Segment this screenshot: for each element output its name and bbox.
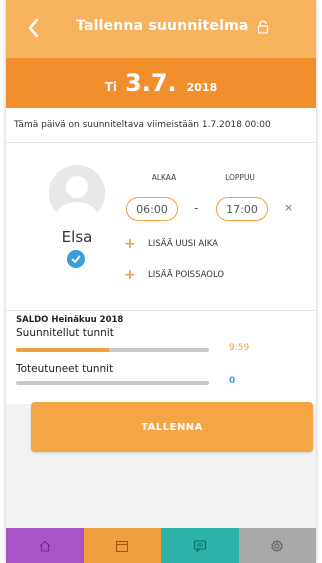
chevron-left-icon bbox=[28, 18, 39, 38]
add-time-button[interactable]: + LISÄÄ UUSI AIKA bbox=[124, 235, 218, 253]
app-screen: Tallenna suunnitelma Ti 3.7. 2018 Tämä p… bbox=[6, 0, 316, 563]
page-title: Tallenna suunnitelma bbox=[76, 18, 249, 34]
start-time-field[interactable]: 06:00 bbox=[126, 197, 178, 221]
actual-hours-value: 0 bbox=[229, 376, 236, 386]
tab-messages[interactable] bbox=[161, 528, 239, 563]
header-title-group: Tallenna suunnitelma bbox=[76, 18, 269, 34]
remove-shift-button[interactable]: × bbox=[284, 201, 293, 214]
add-absence-label: LISÄÄ POISSAOLO bbox=[148, 270, 225, 280]
day-month: 3.7. bbox=[125, 69, 177, 97]
time-separator: - bbox=[194, 201, 199, 215]
save-button[interactable]: TALLENNA bbox=[31, 402, 313, 452]
end-label: LOPPUU bbox=[225, 173, 255, 182]
hours-balance-panel: SALDO Heinäkuu 2018 Suunnitellut tunnit … bbox=[6, 310, 316, 404]
actual-hours-label: Toteutuneet tunnit bbox=[16, 363, 114, 375]
tab-calendar[interactable] bbox=[83, 528, 161, 563]
add-time-label: LISÄÄ UUSI AIKA bbox=[148, 239, 218, 249]
home-icon bbox=[39, 540, 51, 552]
balance-title: SALDO Heinäkuu 2018 bbox=[16, 315, 124, 325]
plus-icon: + bbox=[124, 236, 136, 252]
tab-home[interactable] bbox=[6, 528, 84, 563]
actual-hours-bar bbox=[16, 381, 209, 385]
message-icon bbox=[193, 539, 206, 553]
planned-hours-label: Suunnitellut tunnit bbox=[16, 327, 114, 339]
plus-icon: + bbox=[124, 267, 136, 283]
tab-settings[interactable] bbox=[238, 528, 316, 563]
header-bar: Tallenna suunnitelma bbox=[6, 0, 316, 58]
lock-icon bbox=[257, 19, 269, 34]
deadline-notice: Tämä päivä on suunniteltava viimeistään … bbox=[6, 108, 316, 142]
planned-hours-fill bbox=[16, 348, 109, 352]
shift-planner: Elsa ALKAA LOPPUU 06:00 - 17:00 × + LISÄ… bbox=[6, 142, 316, 310]
back-button[interactable] bbox=[24, 15, 44, 41]
add-absence-button[interactable]: + LISÄÄ POISSAOLO bbox=[124, 266, 224, 284]
calendar-icon bbox=[116, 540, 129, 552]
end-time-field[interactable]: 17:00 bbox=[216, 197, 268, 221]
year: 2018 bbox=[186, 81, 218, 94]
avatar[interactable] bbox=[49, 165, 105, 221]
bottom-tab-bar bbox=[6, 528, 316, 563]
date-bar: Ti 3.7. 2018 bbox=[6, 58, 316, 108]
day-of-week: Ti bbox=[104, 80, 118, 94]
approved-check-icon bbox=[67, 250, 85, 268]
planned-hours-bar bbox=[16, 348, 209, 352]
start-label: ALKAA bbox=[151, 173, 177, 182]
employee-name: Elsa bbox=[61, 228, 93, 246]
planned-hours-value: 9:59 bbox=[229, 343, 250, 353]
user-placeholder-icon bbox=[49, 165, 105, 221]
gear-icon bbox=[271, 539, 284, 552]
